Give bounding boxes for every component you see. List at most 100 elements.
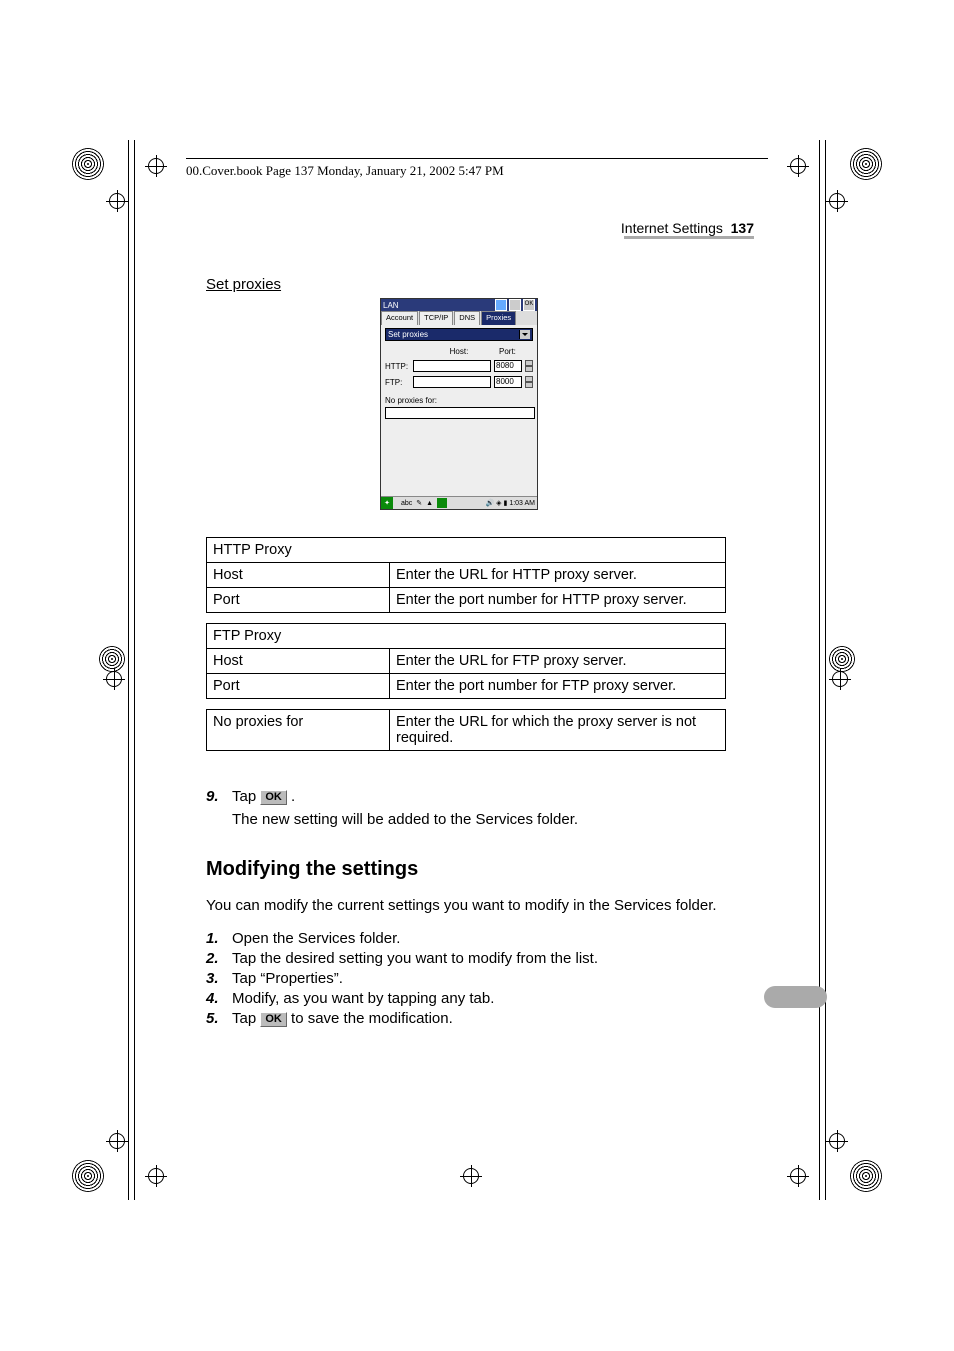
- no-proxies-row-label: No proxies for:: [385, 396, 533, 405]
- frame-header-text: 00.Cover.book Page 137 Monday, January 2…: [186, 163, 504, 179]
- sip-icon[interactable]: [437, 498, 447, 508]
- ftp-port-spinner[interactable]: [525, 376, 533, 388]
- step-number: 3.: [206, 970, 232, 987]
- ftp-port-desc: Enter the port number for FTP proxy serv…: [390, 674, 726, 699]
- spinner-down-icon[interactable]: [525, 366, 533, 372]
- http-proxy-header: HTTP Proxy: [207, 538, 726, 563]
- step-number: 4.: [206, 990, 232, 1007]
- section-title-set-proxies: Set proxies: [206, 276, 726, 293]
- ftp-port-label: Port: [207, 674, 390, 699]
- pda-tab-bar: Account TCP/IP DNS Proxies: [381, 311, 537, 325]
- ok-icon[interactable]: OK: [523, 299, 535, 311]
- ftp-port-input[interactable]: 8000: [494, 376, 522, 388]
- ftp-host-desc: Enter the URL for FTP proxy server.: [390, 649, 726, 674]
- step-number: 5.: [206, 1010, 232, 1027]
- pda-window-title: LAN: [383, 301, 399, 310]
- step-2: 2. Tap the desired setting you want to m…: [206, 950, 726, 967]
- tab-proxies[interactable]: Proxies: [481, 311, 516, 325]
- ftp-host-input[interactable]: [413, 376, 491, 388]
- step-number: 9.: [206, 788, 232, 805]
- reg-cross-icon: [145, 155, 167, 177]
- ftp-proxy-table: FTP Proxy Host Enter the URL for FTP pro…: [206, 623, 726, 699]
- start-icon[interactable]: ✦: [381, 497, 393, 509]
- help-icon[interactable]: [495, 299, 507, 311]
- reg-cross-icon: [826, 190, 848, 212]
- heading-modifying-settings: Modifying the settings: [206, 858, 726, 881]
- step-9-pre: Tap: [232, 788, 260, 805]
- page-number: 137: [731, 220, 754, 236]
- step-9-sub: The new setting will be added to the Ser…: [232, 811, 726, 828]
- pda-screenshot: LAN OK Account TCP/IP DNS Proxies Set pr…: [380, 298, 538, 510]
- step-5-pre: Tap: [232, 1010, 260, 1027]
- ftp-row-label: FTP:: [385, 378, 410, 387]
- reg-cross-icon: [106, 1130, 128, 1152]
- spinner-down-icon[interactable]: [525, 382, 533, 388]
- crop-circle-icon: [72, 1160, 104, 1192]
- http-row-label: HTTP:: [385, 362, 410, 371]
- modifying-intro-paragraph: You can modify the current settings you …: [206, 897, 726, 914]
- crop-circle-icon: [850, 1160, 882, 1192]
- no-proxies-label: No proxies for: [207, 710, 390, 751]
- close-icon[interactable]: [509, 299, 521, 311]
- keyboard-icon[interactable]: abc: [401, 500, 412, 507]
- crop-circle-icon: [850, 148, 882, 180]
- http-port-spinner[interactable]: [525, 360, 533, 372]
- reg-cross-icon: [826, 1130, 848, 1152]
- step-9-post: .: [291, 788, 295, 805]
- tab-tcpip[interactable]: TCP/IP: [419, 311, 453, 325]
- ftp-proxy-header: FTP Proxy: [207, 624, 726, 649]
- network-icon[interactable]: ◈: [496, 500, 501, 507]
- reg-cross-icon: [829, 668, 851, 690]
- step-3: 3. Tap “Properties”.: [206, 970, 726, 987]
- crop-rule: [825, 140, 826, 1200]
- step-number: 1.: [206, 930, 232, 947]
- http-port-label: Port: [207, 588, 390, 613]
- running-header-title: Internet Settings: [621, 220, 723, 236]
- crop-rule: [128, 140, 129, 1200]
- step-text: Open the Services folder.: [232, 930, 726, 947]
- running-header-rule: [624, 236, 754, 239]
- tab-dns[interactable]: DNS: [454, 311, 480, 325]
- ok-button-graphic: OK: [260, 1012, 287, 1027]
- battery-icon[interactable]: ▮: [504, 500, 508, 507]
- no-proxies-table: No proxies for Enter the URL for which t…: [206, 709, 726, 751]
- tab-account[interactable]: Account: [381, 311, 418, 325]
- reg-cross-icon: [787, 1165, 809, 1187]
- http-port-input[interactable]: 8080: [494, 360, 522, 372]
- chevron-down-icon: [519, 330, 530, 339]
- thumb-tab: [764, 986, 827, 1008]
- pen-icon[interactable]: ✎: [416, 499, 422, 507]
- reg-cross-icon: [145, 1165, 167, 1187]
- crop-circle-icon: [72, 148, 104, 180]
- pda-taskbar[interactable]: ✦ abc ✎ ▲ 🔊 ◈ ▮ 1:03 AM: [381, 496, 537, 509]
- pda-titlebar[interactable]: LAN OK: [381, 299, 537, 311]
- crop-rule: [134, 140, 135, 1200]
- ftp-host-label: Host: [207, 649, 390, 674]
- clock-time: 1:03 AM: [509, 500, 535, 507]
- step-text: Modify, as you want by tapping any tab.: [232, 990, 726, 1007]
- no-proxies-input[interactable]: [385, 407, 535, 419]
- header-rule: [186, 158, 768, 159]
- step-9: 9. Tap OK .: [206, 788, 726, 805]
- step-4: 4. Modify, as you want by tapping any ta…: [206, 990, 726, 1007]
- proxy-mode-dropdown[interactable]: Set proxies: [385, 328, 533, 341]
- step-text: Tap the desired setting you want to modi…: [232, 950, 726, 967]
- speaker-icon[interactable]: 🔊: [485, 500, 494, 507]
- running-header: Internet Settings 137: [621, 220, 754, 236]
- reg-cross-icon: [460, 1165, 482, 1187]
- up-icon[interactable]: ▲: [426, 500, 433, 507]
- http-port-desc: Enter the port number for HTTP proxy ser…: [390, 588, 726, 613]
- ok-button-graphic: OK: [260, 790, 287, 805]
- proxy-mode-value: Set proxies: [388, 330, 428, 339]
- step-1: 1. Open the Services folder.: [206, 930, 726, 947]
- step-5: 5. Tap OK to save the modification.: [206, 1010, 726, 1027]
- reg-cross-icon: [787, 155, 809, 177]
- reg-cross-icon: [103, 668, 125, 690]
- crop-rule: [819, 140, 820, 1200]
- step-number: 2.: [206, 950, 232, 967]
- reg-cross-icon: [106, 190, 128, 212]
- http-host-input[interactable]: [413, 360, 491, 372]
- host-column-label: Host:: [419, 347, 499, 356]
- step-5-post: to save the modification.: [291, 1010, 453, 1027]
- http-host-desc: Enter the URL for HTTP proxy server.: [390, 563, 726, 588]
